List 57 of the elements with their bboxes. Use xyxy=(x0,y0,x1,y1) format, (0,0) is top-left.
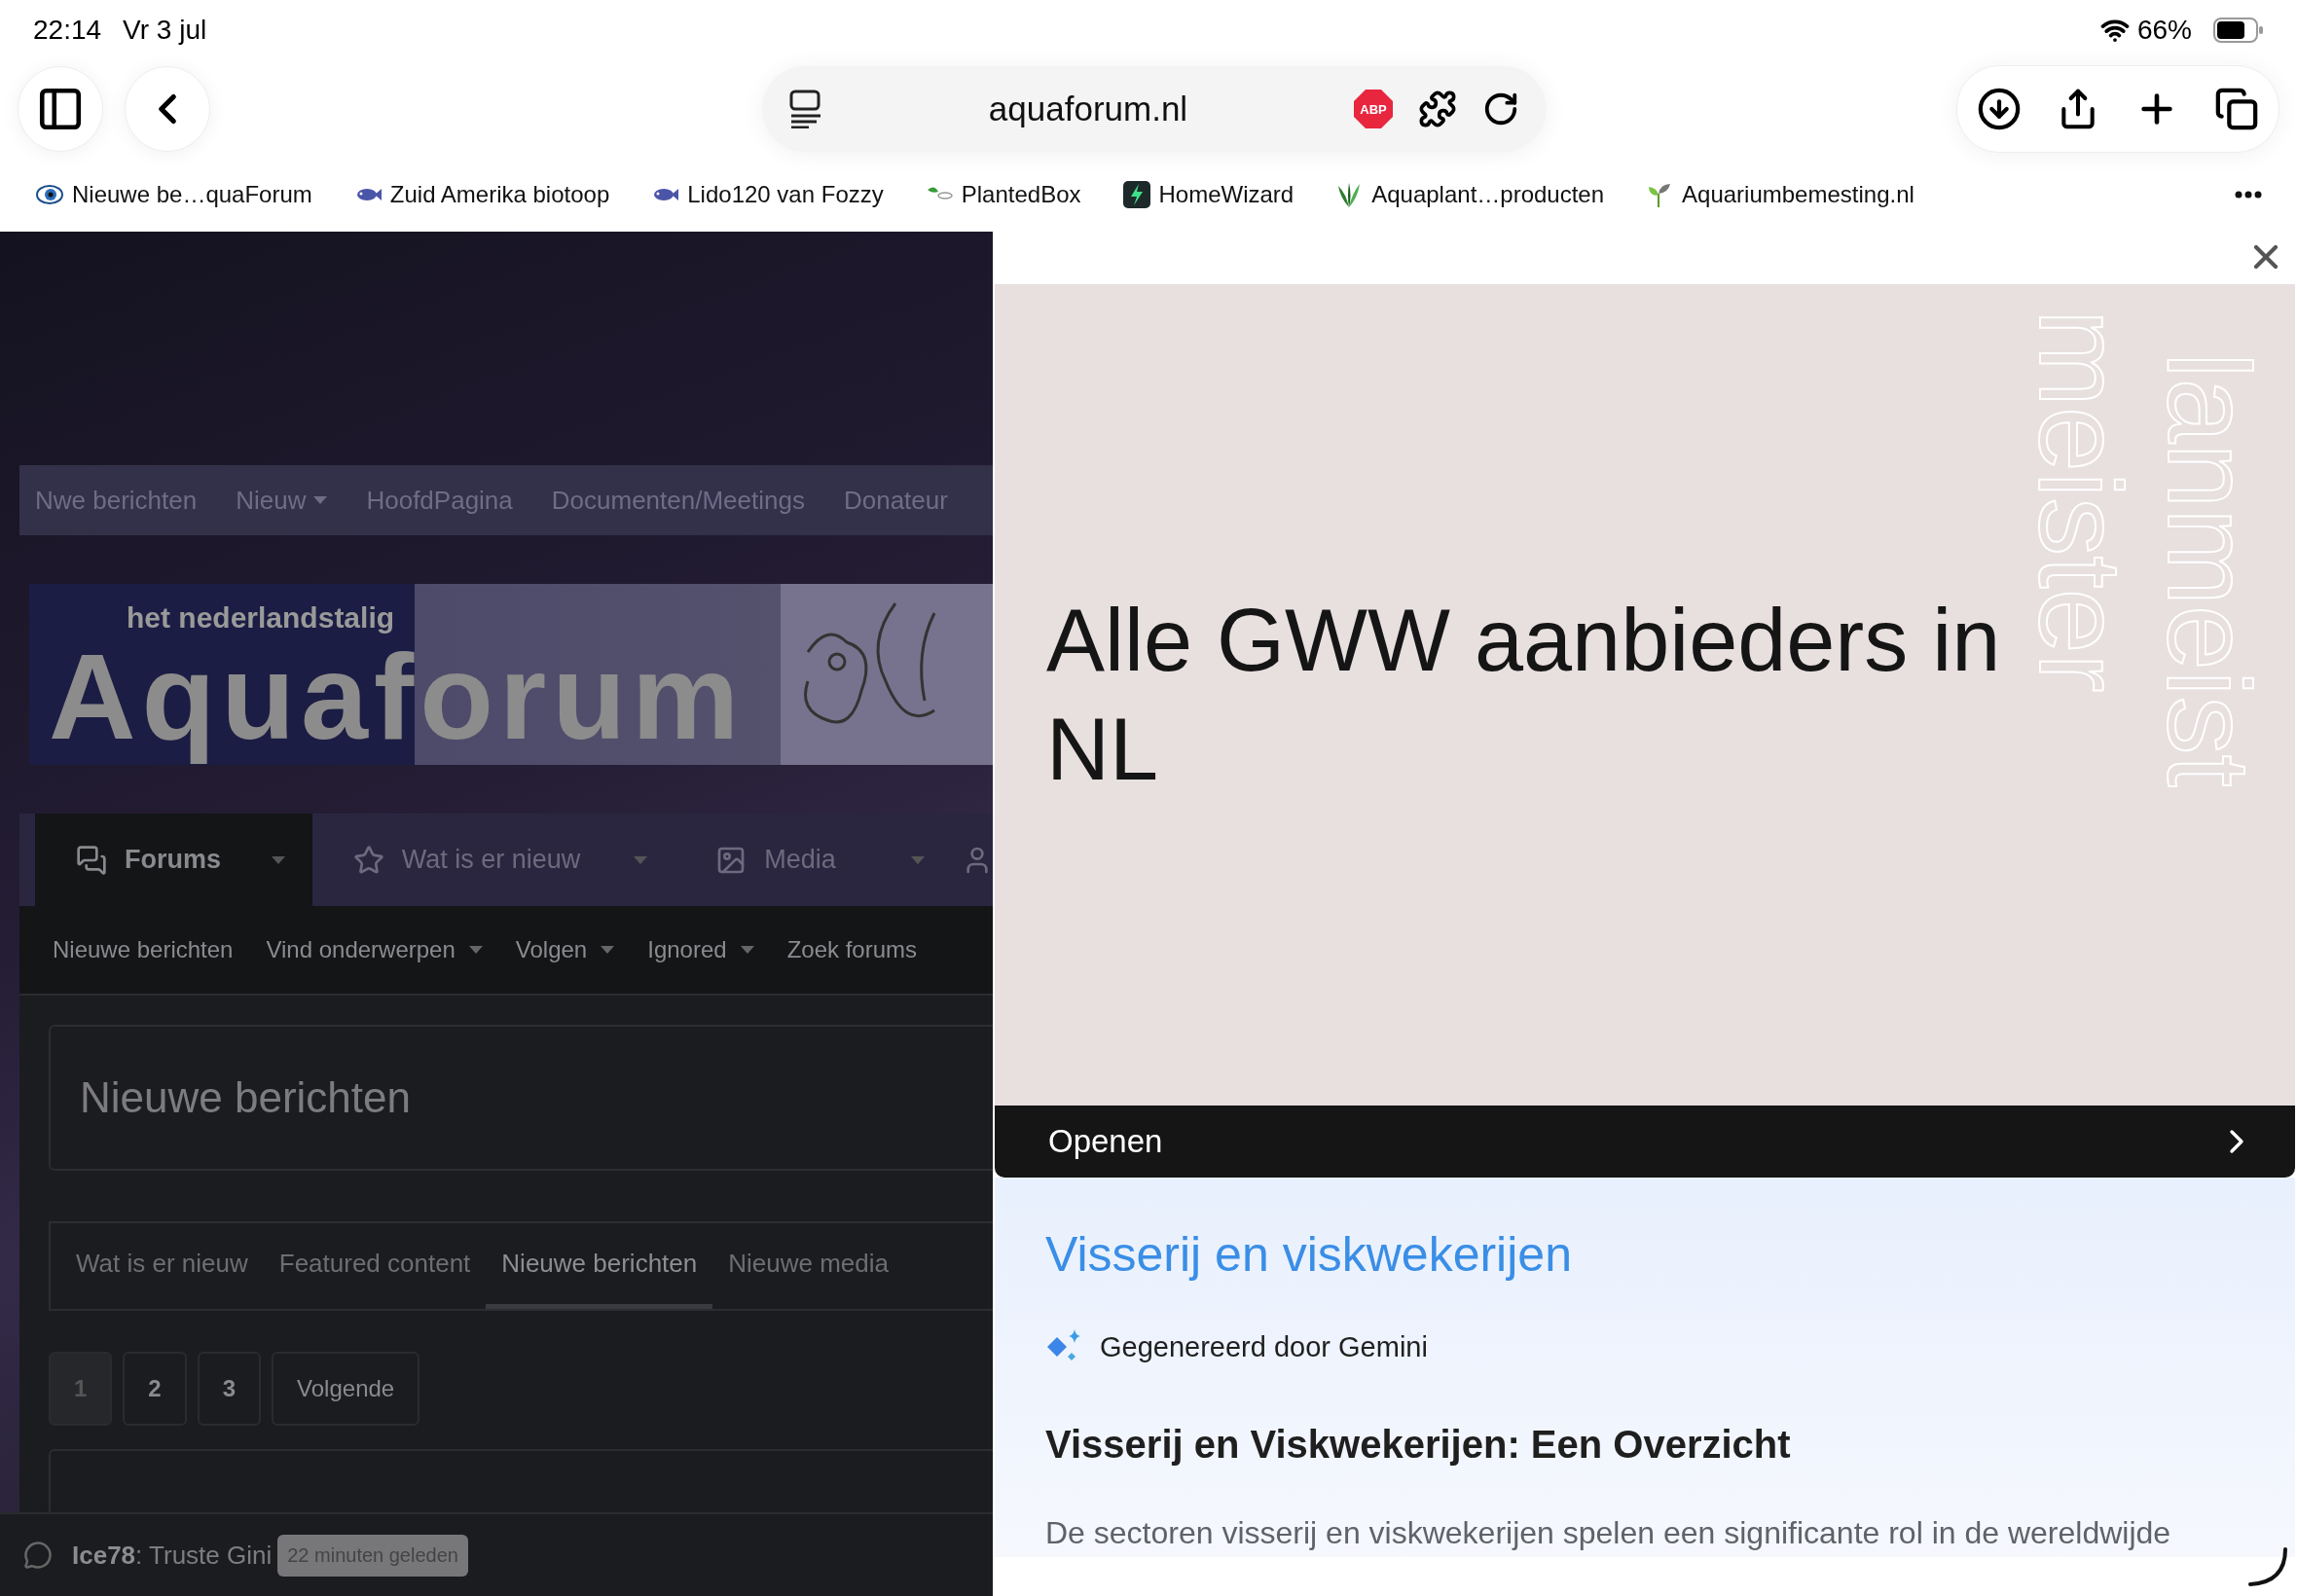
content-tab[interactable]: Featured content xyxy=(263,1223,487,1309)
tabs-button[interactable] xyxy=(2214,87,2259,131)
nav-tab[interactable]: Wat is er nieuw xyxy=(311,814,675,906)
extensions-button[interactable] xyxy=(1418,90,1457,128)
subnav-link[interactable]: Volgen xyxy=(515,936,615,963)
bookmark-link[interactable]: Nieuwe be…quaForum xyxy=(35,180,312,209)
logo-tagline: het nederlandstalig xyxy=(127,601,395,635)
tabs-icon xyxy=(2214,87,2259,131)
subnav-link[interactable]: Ignored xyxy=(647,936,754,963)
reload-icon xyxy=(1482,91,1519,127)
chat-message: Ice78: Truste Gini xyxy=(72,1540,273,1571)
content-tab[interactable]: Wat is er nieuw xyxy=(60,1223,264,1309)
subnav-link[interactable]: Nieuwe berichten xyxy=(53,936,234,963)
battery-percentage: 66% xyxy=(2136,15,2192,46)
caret-icon xyxy=(634,855,648,864)
star-icon xyxy=(352,844,384,876)
summary-heading: Visserij en Viskwekerijen: Een Overzicht xyxy=(1045,1423,1792,1467)
adblock-badge[interactable]: ABP xyxy=(1354,90,1393,128)
bookmark-link[interactable]: HomeWizard xyxy=(1121,180,1294,209)
url-text[interactable]: aquaforum.nl xyxy=(848,90,1329,128)
status-time: 22:14 xyxy=(33,15,102,46)
status-date: Vr 3 jul xyxy=(123,15,207,46)
page-button[interactable]: 2 xyxy=(123,1352,187,1426)
speech-bubble-icon xyxy=(23,1541,53,1570)
puzzle-icon xyxy=(1418,90,1457,128)
summary-text: De sectoren visserij en viskwekerijen spelen een significante rol in de wereldwijde xyxy=(1045,1515,2172,1551)
bookmark-link[interactable]: PlantedBox xyxy=(924,180,1081,209)
page-title: Nieuwe berichten xyxy=(80,1073,411,1122)
open-button[interactable]: Openen xyxy=(995,1106,2295,1178)
page-button[interactable]: 3 xyxy=(197,1352,262,1426)
bolt-icon xyxy=(1121,180,1151,209)
card-headline: Alle GWW aanbieders in NL xyxy=(1046,590,2002,800)
battery-icon xyxy=(2213,18,2264,43)
nav-tab[interactable]: Forums xyxy=(35,814,312,906)
chat-bubbles-icon xyxy=(76,844,107,876)
gemini-label: Gegenereerd door Gemini xyxy=(1100,1330,1428,1363)
caret-icon xyxy=(911,855,925,864)
more-icon xyxy=(2235,191,2262,199)
reload-button[interactable] xyxy=(1482,91,1519,127)
bookmark-link[interactable]: Aquaplant…producten xyxy=(1334,180,1605,209)
subnav-link[interactable]: Vind onderwerpen xyxy=(266,936,483,963)
content-tab[interactable]: Nieuwe media xyxy=(712,1223,904,1309)
resize-corner-icon xyxy=(2246,1545,2289,1588)
result-title[interactable]: Visserij en viskwekerijen xyxy=(1045,1226,2295,1283)
download-icon xyxy=(1977,87,2022,131)
reader-icon[interactable] xyxy=(789,90,822,128)
nav-tab[interactable]: Media xyxy=(675,814,952,906)
more-button[interactable] xyxy=(2235,191,2262,199)
caret-icon xyxy=(271,855,285,864)
page-button[interactable]: Volgende xyxy=(272,1352,420,1426)
bookmark-link[interactable]: Zuid Amerika biotoop xyxy=(352,180,610,209)
download-button[interactable] xyxy=(1977,87,2022,131)
address-bar[interactable]: aquaforum.nl ABP xyxy=(762,66,1547,152)
subnav-link[interactable]: Zoek forums xyxy=(786,936,917,963)
bookmark-link[interactable]: Aquariumbemesting.nl xyxy=(1645,180,1914,209)
content-tab[interactable]: Nieuwe berichten xyxy=(486,1223,713,1309)
bookmark-link[interactable]: Lido120 van Fozzy xyxy=(650,180,884,209)
